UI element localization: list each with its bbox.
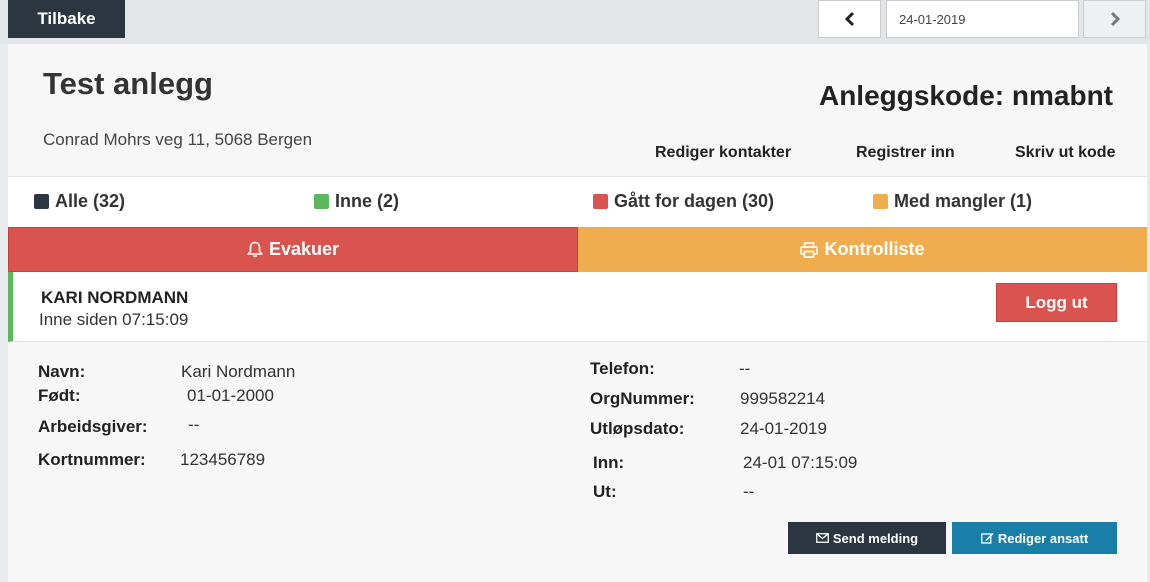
back-button[interactable]: Tilbake: [8, 0, 125, 38]
logout-button[interactable]: Logg ut: [996, 283, 1117, 322]
filter-deficient[interactable]: Med mangler (1): [873, 191, 1032, 212]
edit-contacts-link[interactable]: Rediger kontakter: [655, 144, 791, 162]
square-icon: [314, 194, 329, 209]
facility-code: Anleggskode: nmabnt: [819, 80, 1113, 112]
name-value: Kari Nordmann: [181, 362, 296, 381]
previous-date-button[interactable]: [818, 0, 881, 38]
checklist-button[interactable]: Kontrolliste: [578, 227, 1147, 272]
edit-icon: [980, 533, 994, 544]
checkout-value: --: [743, 482, 755, 501]
filter-all-label: Alle (32): [55, 191, 126, 211]
facility-code-value: nmabnt: [1011, 80, 1113, 111]
edit-employee-button[interactable]: Rediger ansatt: [952, 522, 1117, 554]
chevron-left-icon: [844, 11, 854, 27]
edit-employee-label: Rediger ansatt: [997, 530, 1089, 546]
card-number-label: Kortnummer:: [38, 450, 146, 469]
birthdate-label: Født:: [38, 386, 81, 405]
filter-bar: Alle (32) Inne (2) Gått for dagen (30) M…: [8, 177, 1147, 227]
action-row: Evakuer Kontrolliste: [8, 227, 1147, 272]
filter-all[interactable]: Alle (32): [34, 191, 125, 212]
birthdate-value: 01-01-2000: [187, 386, 274, 405]
print-code-link[interactable]: Skriv ut kode: [1015, 144, 1115, 162]
main-panel: Test anlegg Conrad Mohrs veg 11, 5068 Be…: [8, 44, 1147, 582]
org-number-label: OrgNummer:: [590, 389, 695, 408]
page-title: Test anlegg: [43, 66, 213, 101]
facility-code-label: Anleggskode:: [818, 80, 1005, 111]
square-icon: [593, 194, 608, 209]
employer-value: --: [188, 415, 200, 434]
square-icon: [873, 194, 888, 209]
checklist-label: Kontrolliste: [824, 239, 925, 259]
filter-gone[interactable]: Gått for dagen (30): [593, 191, 774, 212]
phone-value: --: [739, 359, 751, 378]
name-label: Navn:: [38, 362, 86, 381]
employer-label: Arbeidsgiver:: [38, 417, 148, 436]
date-input[interactable]: [886, 0, 1079, 38]
filter-in[interactable]: Inne (2): [314, 191, 399, 212]
checkin-value: 24-01 07:15:09: [743, 453, 858, 472]
chevron-right-icon: [1110, 11, 1120, 27]
bell-icon: [246, 241, 263, 258]
register-in-link[interactable]: Registrer inn: [856, 144, 955, 162]
expiry-date-label: Utløpsdato:: [590, 419, 685, 438]
send-message-button[interactable]: Send melding: [788, 522, 946, 554]
square-icon: [34, 194, 49, 209]
checkin-label: Inn:: [593, 453, 625, 472]
org-number-value: 999582214: [740, 389, 826, 408]
card-number-value: 123456789: [180, 450, 266, 469]
filter-in-label: Inne (2): [335, 191, 400, 211]
top-bar: Tilbake: [0, 0, 1150, 44]
next-date-button[interactable]: [1083, 0, 1146, 38]
person-status: Inne siden 07:15:09: [39, 310, 189, 329]
facility-header: Test anlegg Conrad Mohrs veg 11, 5068 Be…: [8, 44, 1147, 177]
phone-label: Telefon:: [590, 359, 655, 378]
evacuate-button[interactable]: Evakuer: [8, 227, 578, 272]
envelope-icon: [815, 533, 829, 543]
person-header: KARI NORDMANN Inne siden 07:15:09 Logg u…: [8, 272, 1147, 342]
filter-gone-label: Gått for dagen (30): [614, 191, 775, 211]
expiry-date-value: 24-01-2019: [740, 419, 827, 438]
person-name: KARI NORDMANN: [41, 288, 189, 307]
filter-deficient-label: Med mangler (1): [894, 191, 1033, 211]
checkout-label: Ut:: [593, 482, 617, 501]
printer-icon: [800, 241, 819, 258]
send-message-label: Send melding: [832, 530, 919, 546]
facility-address: Conrad Mohrs veg 11, 5068 Bergen: [43, 130, 313, 149]
evacuate-label: Evakuer: [268, 239, 340, 259]
